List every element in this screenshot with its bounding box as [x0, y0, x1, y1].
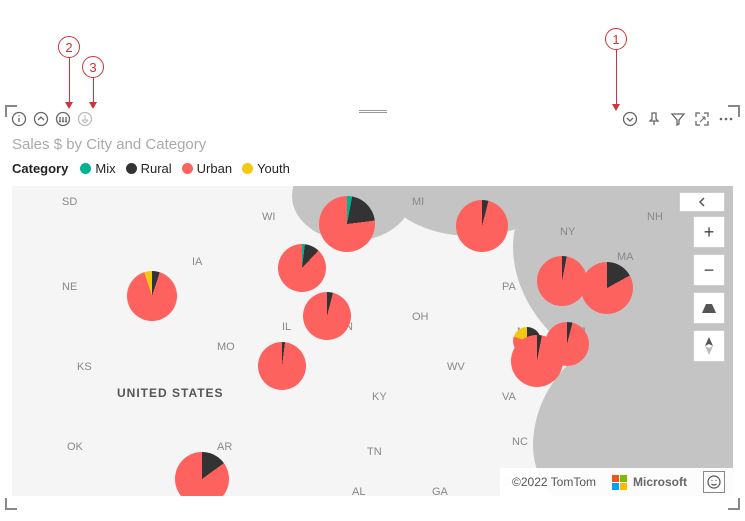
tomtom-attribution: ©2022 TomTom: [512, 475, 596, 489]
legend-label: Rural: [141, 161, 172, 176]
state-label: PA: [502, 281, 516, 293]
state-label: AL: [352, 486, 365, 496]
state-label: MI: [412, 196, 424, 208]
state-label: OK: [67, 441, 83, 453]
visual-toolbar: [6, 106, 739, 132]
state-label: WI: [262, 211, 275, 223]
state-label: NH: [647, 211, 663, 223]
pie-marker[interactable]: [303, 292, 351, 340]
swatch-mix: [80, 163, 91, 174]
state-label: MA: [617, 251, 634, 263]
legend-item-youth[interactable]: Youth: [242, 161, 290, 176]
state-label: NC: [512, 436, 528, 448]
pin-icon[interactable]: [645, 110, 663, 128]
state-label: IL: [282, 321, 291, 333]
pie-marker[interactable]: [127, 271, 177, 321]
legend-title: Category: [12, 161, 68, 176]
state-label: GA: [432, 486, 448, 496]
state-label: AR: [217, 441, 232, 453]
legend-label: Youth: [257, 161, 290, 176]
legend-item-urban[interactable]: Urban: [182, 161, 232, 176]
pie-marker[interactable]: [537, 256, 587, 306]
drill-up-icon[interactable]: [32, 110, 50, 128]
state-label: NY: [560, 226, 575, 238]
state-label: OH: [412, 311, 429, 323]
pie-marker[interactable]: [319, 196, 375, 252]
info-icon[interactable]: [10, 110, 28, 128]
legend-item-rural[interactable]: Rural: [126, 161, 172, 176]
expand-next-level-icon: [76, 110, 94, 128]
drill-down-all-icon[interactable]: [54, 110, 72, 128]
more-options-icon[interactable]: [717, 110, 735, 128]
map-expand-panel-button[interactable]: [679, 192, 725, 212]
state-label: IA: [192, 256, 202, 268]
visual-title: Sales $ by City and Category: [6, 132, 739, 155]
legend-item-mix[interactable]: Mix: [80, 161, 115, 176]
drag-handle-icon[interactable]: [359, 110, 387, 114]
map-controls: + −: [693, 216, 725, 362]
drill-mode-icon[interactable]: [621, 110, 639, 128]
swatch-urban: [182, 163, 193, 174]
zoom-out-button[interactable]: −: [693, 254, 725, 286]
state-label: WV: [447, 361, 465, 373]
pie-marker[interactable]: [258, 342, 306, 390]
country-label: UNITED STATES: [117, 386, 224, 400]
swatch-youth: [242, 163, 253, 174]
pie-marker[interactable]: [581, 262, 633, 314]
pie-marker[interactable]: [456, 200, 508, 252]
state-label: TN: [367, 446, 382, 458]
swatch-rural: [126, 163, 137, 174]
zoom-in-button[interactable]: +: [693, 216, 725, 248]
feedback-button[interactable]: [703, 471, 725, 493]
state-label: VA: [502, 391, 516, 403]
state-label: KY: [372, 391, 387, 403]
state-label: KS: [77, 361, 92, 373]
legend-label: Mix: [95, 161, 115, 176]
visual-frame: Sales $ by City and Category Category Mi…: [5, 105, 740, 510]
state-label: SD: [62, 196, 77, 208]
callout-1: 1: [605, 28, 627, 50]
state-label: NE: [62, 281, 77, 293]
callout-2: 2: [58, 36, 80, 58]
microsoft-logo: Microsoft: [612, 475, 687, 490]
callout-3: 3: [82, 56, 104, 78]
pie-marker[interactable]: [511, 335, 563, 387]
map-canvas[interactable]: SD NE KS OK IA MO AR WI IL IN MI OH KY T…: [12, 186, 733, 496]
pitch-button[interactable]: [693, 292, 725, 324]
state-label: MO: [217, 341, 235, 353]
filter-icon[interactable]: [669, 110, 687, 128]
compass-button[interactable]: [693, 330, 725, 362]
legend: Category Mix Rural Urban Youth: [6, 155, 739, 186]
legend-label: Urban: [197, 161, 232, 176]
focus-mode-icon[interactable]: [693, 110, 711, 128]
pie-marker[interactable]: [278, 244, 326, 292]
map-attribution: ©2022 TomTom Microsoft: [500, 468, 733, 496]
